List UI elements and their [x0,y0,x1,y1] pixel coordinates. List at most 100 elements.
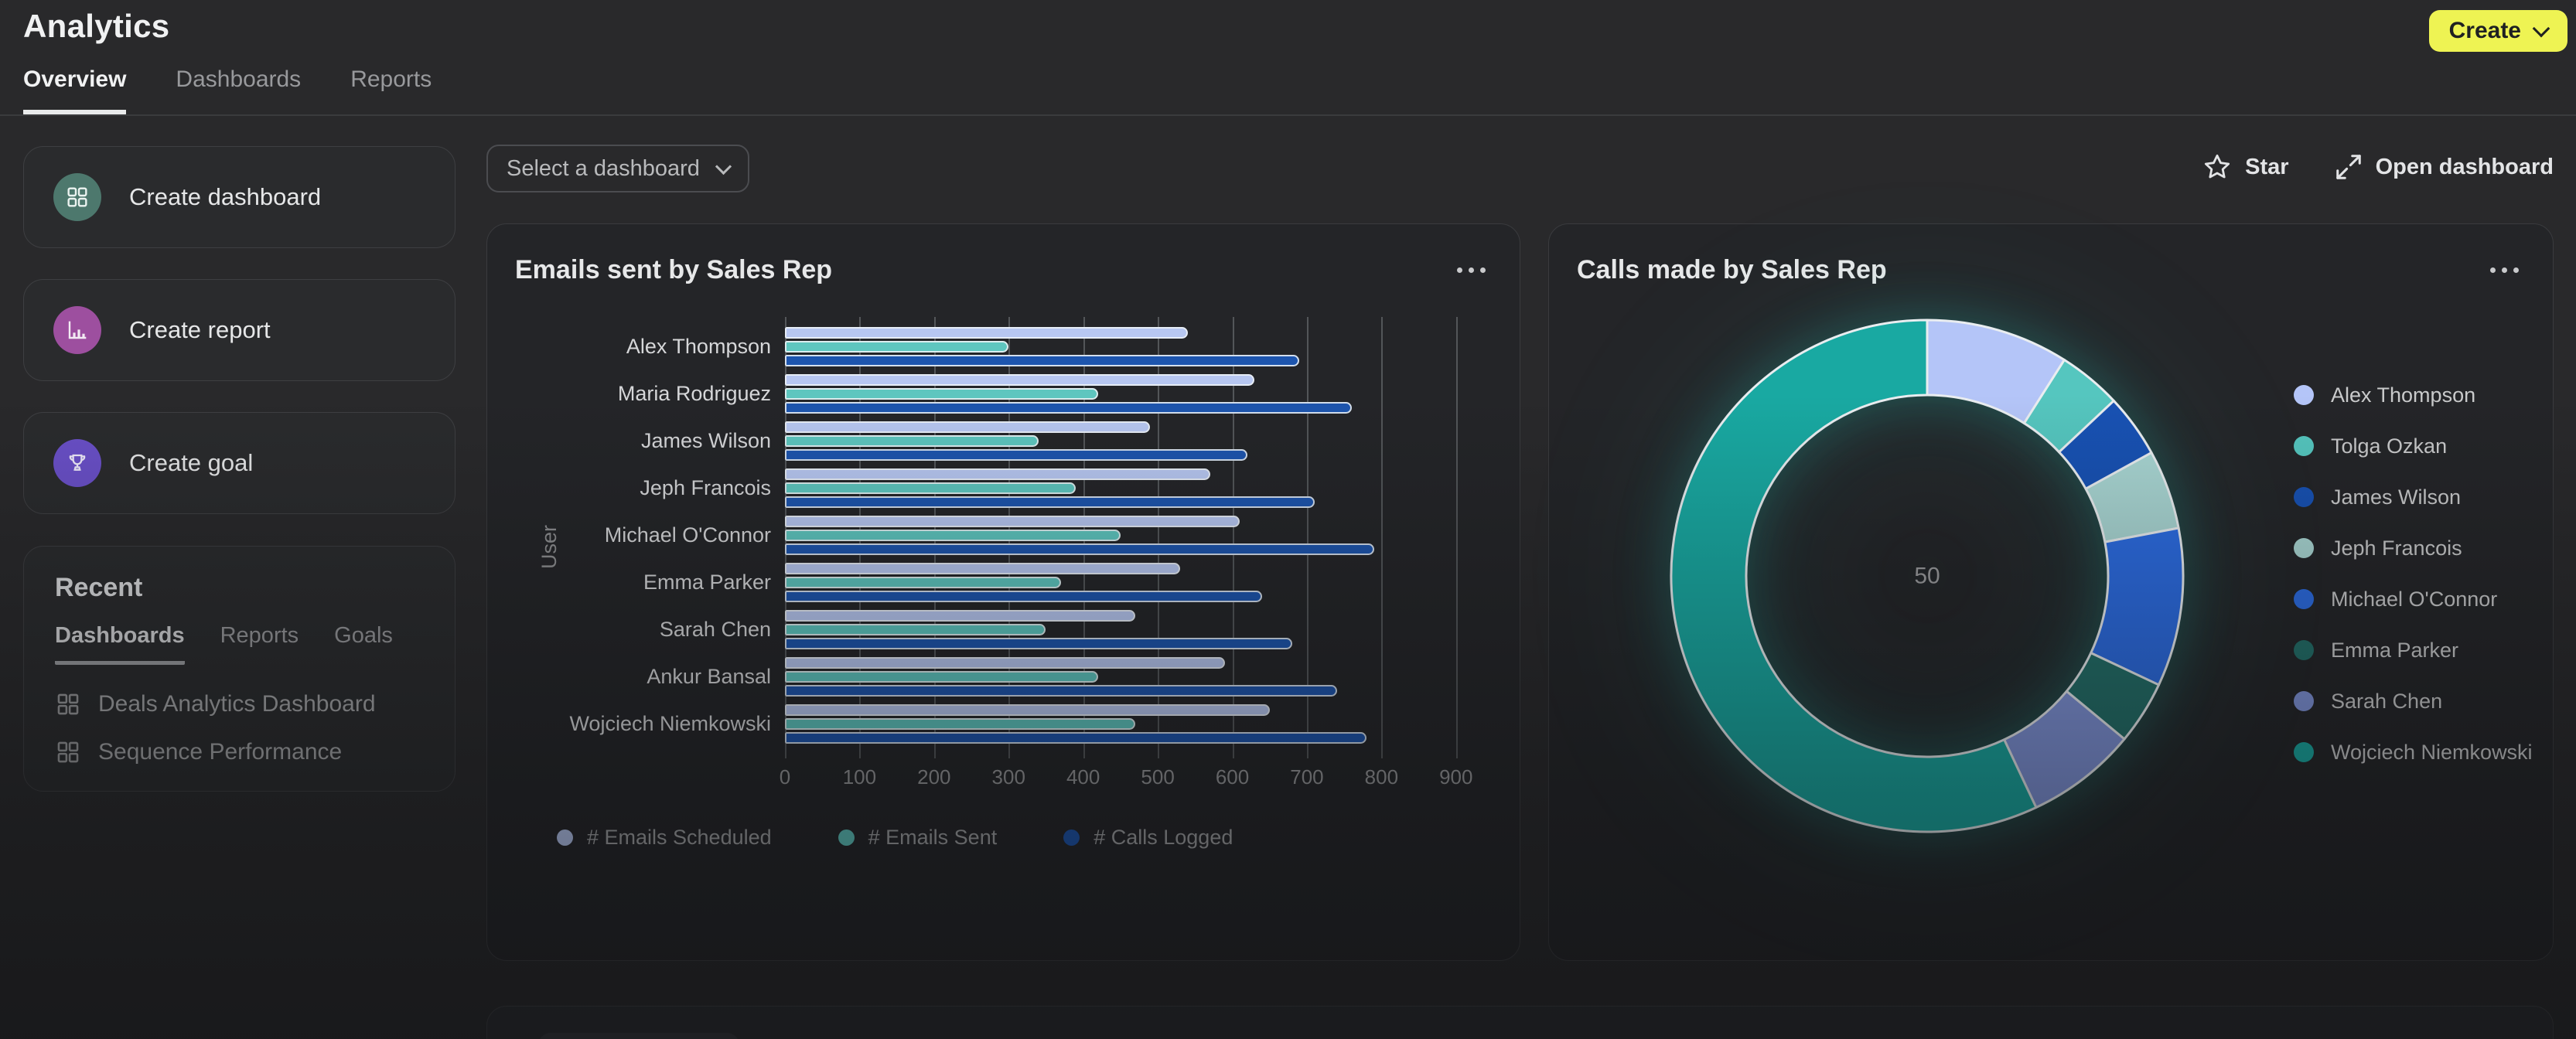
bar-category-label: Michael O'Connor [487,512,785,559]
bar--calls-logged[interactable] [785,638,1292,649]
bar--calls-logged[interactable] [785,591,1262,602]
dots-menu-icon[interactable] [1457,267,1486,273]
recent-item-label: Deals Analytics Dashboard [98,691,376,717]
legend-label: Alex Thompson [2331,383,2475,407]
legend-dot-icon [2294,691,2314,711]
report-pill[interactable]: report 2 [538,1033,739,1039]
donut-legend-item[interactable]: Michael O'Connor [2294,581,2533,617]
dots-menu-icon[interactable] [2490,267,2519,273]
recent-item-label: Sequence Performance [98,739,342,765]
bar-group [785,559,1493,606]
create-button[interactable]: Create [2429,10,2567,52]
bar--emails-sent[interactable] [785,577,1061,588]
legend-item[interactable]: # Emails Scheduled [557,826,772,850]
legend-dot-icon [2294,487,2314,507]
legend-label: # Emails Scheduled [587,826,772,850]
bar--emails-sent[interactable] [785,530,1121,541]
dashboard-select[interactable]: Select a dashboard [486,145,749,192]
main-tabs: Overview Dashboards Reports [23,66,432,115]
bar-group [785,465,1493,512]
report-circle [53,306,101,354]
bar-group [785,700,1493,748]
legend-dot-icon [2294,589,2314,609]
recent-tab-goals[interactable]: Goals [334,623,393,665]
open-dashboard-button[interactable]: Open dashboard [2334,152,2554,182]
donut-legend-item[interactable]: Tolga Ozkan [2294,428,2533,464]
bar--emails-scheduled[interactable] [785,516,1240,527]
create-report-card[interactable]: Create report [23,279,455,381]
bar--emails-scheduled[interactable] [785,657,1225,669]
star-button[interactable]: Star [2202,152,2288,182]
bar--emails-sent[interactable] [785,671,1098,683]
recent-tab-dashboards[interactable]: Dashboards [55,623,185,665]
bar--emails-scheduled[interactable] [785,327,1188,339]
legend-dot-icon [557,829,573,846]
legend-item[interactable]: # Emails Sent [838,826,998,850]
legend-label: Michael O'Connor [2331,588,2497,611]
donut-legend-item[interactable]: Emma Parker [2294,632,2533,668]
bar--emails-sent[interactable] [785,482,1076,494]
legend-dot-icon [838,829,855,846]
bar-category-labels: Alex ThompsonMaria RodriguezJames Wilson… [487,323,785,748]
legend-label: Tolga Ozkan [2331,434,2447,458]
x-tick-label: 300 [992,765,1025,789]
bar-category-label: James Wilson [487,417,785,465]
bar--emails-scheduled[interactable] [785,610,1135,622]
bar-group [785,606,1493,653]
bar--emails-scheduled[interactable] [785,374,1254,386]
calls-made-card: Calls made by Sales Rep Alex Thompson: 4… [1548,223,2554,961]
tab-reports[interactable]: Reports [350,66,432,115]
x-tick-label: 400 [1066,765,1100,789]
bar--calls-logged[interactable] [785,355,1299,366]
donut-legend-item[interactable]: Jeph Francois [2294,530,2533,566]
goal-circle [53,439,101,487]
legend-label: Jeph Francois [2331,537,2462,560]
bottom-report-card: report 2 [486,1006,2554,1039]
bar--emails-scheduled[interactable] [785,563,1180,574]
bar--calls-logged[interactable] [785,732,1366,744]
bar-group [785,653,1493,700]
legend-label: # Calls Logged [1094,826,1233,850]
bar--calls-logged[interactable] [785,685,1337,697]
donut-legend-item[interactable]: Alex Thompson [2294,377,2533,413]
recent-item-sequence-performance[interactable]: Sequence Performance [55,739,424,765]
x-tick-label: 900 [1439,765,1472,789]
create-goal-card[interactable]: Create goal [23,412,455,514]
bar--calls-logged[interactable] [785,449,1247,461]
bar--emails-scheduled[interactable] [785,421,1150,433]
tab-overview[interactable]: Overview [23,66,126,115]
bar--emails-sent[interactable] [785,435,1039,447]
bar-x-axis-ticks: 0100200300400500600700800900 [785,765,1493,790]
recent-item-deals-analytics[interactable]: Deals Analytics Dashboard [55,691,424,717]
bar-group [785,323,1493,370]
bar--calls-logged[interactable] [785,543,1374,555]
bar-category-label: Sarah Chen [487,606,785,653]
bar--emails-sent[interactable] [785,718,1135,730]
legend-item[interactable]: # Calls Logged [1063,826,1233,850]
donut-chart-title: Calls made by Sales Rep [1577,255,1887,285]
recent-tab-reports[interactable]: Reports [220,623,299,665]
create-goal-label: Create goal [129,449,253,477]
bar--emails-sent[interactable] [785,388,1098,400]
tab-dashboards[interactable]: Dashboards [176,66,301,115]
recent-card: Recent Dashboards Reports Goals Deals An… [23,546,455,792]
bar-category-label: Wojciech Niemkowski [487,700,785,748]
legend-dot-icon [2294,385,2314,405]
bar--emails-scheduled[interactable] [785,704,1270,716]
donut-legend-item[interactable]: Sarah Chen [2294,683,2533,719]
create-dashboard-card[interactable]: Create dashboard [23,146,455,248]
dashboard-circle [53,173,101,221]
bar--emails-sent[interactable] [785,341,1008,353]
donut-legend-item[interactable]: Wojciech Niemkowski [2294,734,2533,770]
bar--emails-sent[interactable] [785,624,1046,635]
bar--calls-logged[interactable] [785,496,1315,508]
bar--calls-logged[interactable] [785,402,1352,414]
bar--emails-scheduled[interactable] [785,468,1210,480]
open-dashboard-label: Open dashboard [2376,155,2554,180]
toolbar-actions: Star Open dashboard [2202,152,2554,182]
recent-items: Deals Analytics Dashboard Sequence Perfo… [55,691,424,765]
star-icon [2202,152,2233,182]
bar-category-label: Jeph Francois [487,465,785,512]
donut-legend-item[interactable]: James Wilson [2294,479,2533,515]
legend-label: Emma Parker [2331,639,2458,663]
